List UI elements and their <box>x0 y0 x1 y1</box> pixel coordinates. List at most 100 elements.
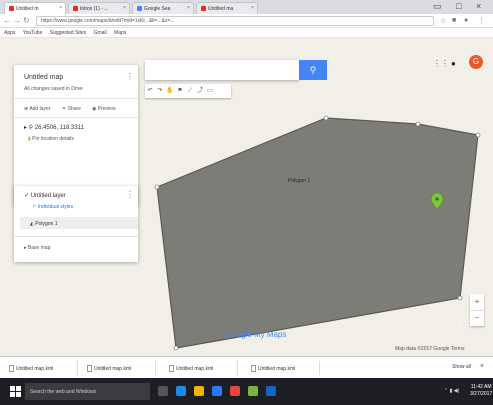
tab-label: Untitled ma <box>208 6 234 12</box>
close-icon[interactable]: × <box>187 5 190 11</box>
paint-icon: ⚐ <box>32 204 37 210</box>
avatar[interactable]: G <box>469 55 483 69</box>
taskbar-search-placeholder: Search the web and Windows <box>30 389 97 395</box>
preview-label: Preview <box>97 106 116 112</box>
divider <box>14 236 138 237</box>
download-filename: Untitled map.kml <box>258 365 296 372</box>
file-icon <box>169 365 174 372</box>
close-window-icon[interactable]: × <box>476 1 481 11</box>
vertex-handle[interactable] <box>475 132 481 138</box>
add-layer-button[interactable]: ⊕ Add layer <box>24 106 50 112</box>
layer-style-link[interactable]: ⚐ Individual styles <box>32 204 73 210</box>
zoom-control: + − <box>470 294 484 326</box>
bookmark-suggested-sites[interactable]: Suggested Sites <box>50 30 86 36</box>
url-field[interactable]: https://www.google.com/maps/d/edit?mid=1… <box>36 16 434 26</box>
tab-untitled-map[interactable]: Untitled m × <box>4 2 66 14</box>
hand-icon[interactable]: ✋ <box>165 84 175 98</box>
close-icon[interactable]: × <box>251 5 254 11</box>
vertex-handle[interactable] <box>154 184 160 190</box>
system-tray[interactable]: ⌃ ▮ ◀) <box>444 388 459 394</box>
undo-icon[interactable]: ↶ <box>145 84 155 98</box>
word-icon[interactable] <box>266 386 276 396</box>
layer-panel: ✓ Untitled layer ⋮ ⚐ Individual styles ◭… <box>14 186 138 262</box>
new-tab-button[interactable] <box>260 2 276 14</box>
edge-icon[interactable] <box>176 386 186 396</box>
zoom-out-button[interactable]: − <box>470 310 484 326</box>
chrome-icon[interactable] <box>230 386 240 396</box>
windows-start-icon[interactable] <box>10 386 21 397</box>
divider <box>14 117 138 118</box>
forward-icon[interactable]: → <box>13 16 21 25</box>
taskbar-clock[interactable]: 11:42 AM 3/27/2017 <box>470 384 492 398</box>
reload-icon[interactable]: ↻ <box>23 16 30 25</box>
vertex-handle[interactable] <box>323 115 329 121</box>
taskbar-search-input[interactable]: Search the web and Windows <box>25 383 150 400</box>
result-details[interactable]: ▮ Pin location details <box>28 136 74 142</box>
vertex-handle[interactable] <box>457 295 463 301</box>
draw-line-icon[interactable]: ⟋ <box>185 84 195 98</box>
minimize-icon[interactable]: ▭ <box>433 1 442 12</box>
vertex-handle[interactable] <box>173 345 179 351</box>
polygon-shape[interactable] <box>156 117 479 349</box>
help-icon[interactable]: ? <box>457 319 461 326</box>
directions-icon[interactable]: ⤴ <box>195 84 205 98</box>
map-info-panel: Untitled map ⋮ All changes saved in Driv… <box>14 65 138 205</box>
clock-time: 11:42 AM <box>470 384 492 390</box>
redo-icon[interactable]: ↷ <box>155 84 165 98</box>
show-all-downloads-link[interactable]: Show all <box>452 364 471 370</box>
maps-favicon-icon <box>201 6 206 12</box>
result-item[interactable]: ▸ ⚲ 26.4506, 118.3311 <box>24 124 84 131</box>
map-canvas[interactable]: Polygon 1 ⚲ ↶ ↷ ✋ ⚑ ⟋ ⤴ ▭ ⋮⋮ ● G Untitled map … <box>0 38 493 356</box>
close-downloads-icon[interactable]: × <box>480 363 484 370</box>
layer-item[interactable]: ◭ Polygon 1 <box>30 221 58 227</box>
extension-icon[interactable]: ■ <box>452 17 456 24</box>
close-icon[interactable]: × <box>123 5 126 11</box>
download-item[interactable]: Untitled map.kml <box>248 361 320 375</box>
maps-favicon-icon <box>9 6 14 12</box>
download-filename: Untitled map.kml <box>16 365 54 372</box>
vertex-handle[interactable] <box>415 121 421 127</box>
file-icon <box>251 365 256 372</box>
store-icon[interactable] <box>212 386 222 396</box>
preview-button[interactable]: ◉ Preview <box>92 106 116 112</box>
map-title[interactable]: Untitled map <box>24 74 63 81</box>
search-button[interactable]: ⚲ <box>299 60 327 80</box>
star-icon[interactable]: ☆ <box>440 17 446 25</box>
download-item[interactable]: Untitled map.kml <box>6 361 78 375</box>
drawing-toolbar: ↶ ↷ ✋ ⚑ ⟋ ⤴ ▭ <box>145 84 231 98</box>
tab-google-search[interactable]: Google Sea × <box>132 2 194 14</box>
zoom-in-button[interactable]: + <box>470 294 484 310</box>
layer-options-icon[interactable]: ⋮ <box>126 190 134 199</box>
map-attribution[interactable]: Map data ©2017 Google Terms <box>395 346 464 352</box>
bookmark-youtube[interactable]: YouTube <box>23 30 43 36</box>
google-logo: Google My Maps <box>226 330 287 339</box>
bookmarks-bar: Apps YouTube Suggested Sites Gmail Maps <box>0 28 493 38</box>
windows-taskbar: Search the web and Windows ⌃ ▮ ◀) 11:42 … <box>0 378 493 405</box>
app-icon[interactable] <box>248 386 258 396</box>
ruler-icon[interactable]: ▭ <box>205 84 215 98</box>
url-text: https://www.google.com/maps/d/edit?mid=1… <box>41 18 175 24</box>
task-view-icon[interactable] <box>158 386 168 396</box>
download-item[interactable]: Untitled map.kml <box>84 361 156 375</box>
tab-inbox[interactable]: Inbox (1) - ... × <box>68 2 130 14</box>
account-circle-icon[interactable]: ● <box>451 59 456 68</box>
close-icon[interactable]: × <box>59 5 62 11</box>
download-item[interactable]: Untitled map.kml <box>166 361 238 375</box>
bookmark-gmail[interactable]: Gmail <box>94 30 107 36</box>
bookmark-maps[interactable]: Maps <box>114 30 126 36</box>
base-map-toggle[interactable]: ▸ Base map <box>24 245 50 251</box>
apps-grid-icon[interactable]: ⋮⋮ <box>433 59 449 68</box>
map-search-input[interactable] <box>145 60 299 80</box>
share-button[interactable]: ⚭ Share <box>62 106 81 112</box>
marker-icon[interactable]: ⚑ <box>175 84 185 98</box>
extension-icon[interactable]: ● <box>464 17 468 24</box>
menu-icon[interactable]: ⋮ <box>478 17 485 25</box>
bookmark-apps[interactable]: Apps <box>4 30 15 36</box>
maximize-icon[interactable]: □ <box>456 1 461 11</box>
layer-title[interactable]: ✓ Untitled layer <box>24 192 66 199</box>
back-icon[interactable]: ← <box>3 16 11 25</box>
file-explorer-icon[interactable] <box>194 386 204 396</box>
tab-untitled-map-2[interactable]: Untitled ma × <box>196 2 258 14</box>
divider <box>14 98 138 99</box>
more-options-icon[interactable]: ⋮ <box>126 72 134 81</box>
